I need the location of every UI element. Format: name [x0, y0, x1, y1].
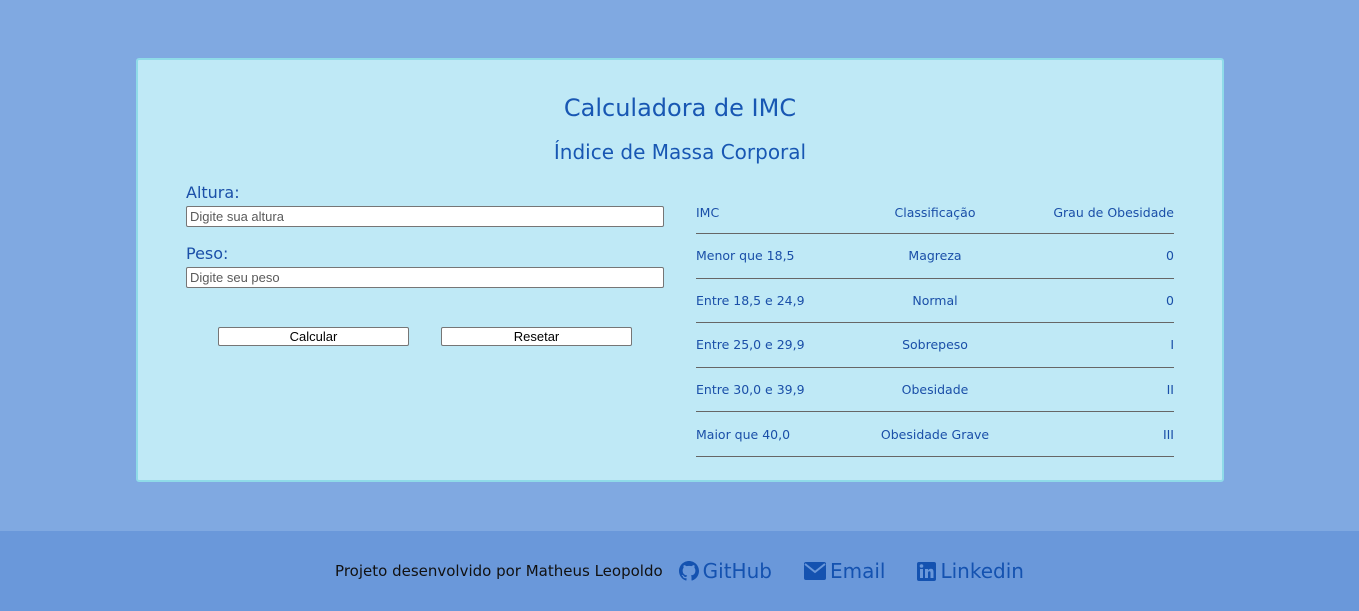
table-cell-classification: Normal — [912, 292, 958, 308]
table-cell-imc: Entre 30,0 e 39,9 — [696, 382, 805, 398]
table-header-row: IMC Classificação Grau de Obesidade — [696, 192, 1174, 234]
height-input[interactable] — [186, 206, 664, 227]
footer: Projeto desenvolvido por Matheus Leopold… — [0, 531, 1359, 611]
linkedin-link-label: Linkedin — [940, 559, 1024, 583]
table-row: Menor que 18,5 Magreza 0 — [696, 234, 1174, 279]
table-cell-classification: Obesidade Grave — [880, 426, 990, 442]
table-row: Entre 25,0 e 29,9 Sobrepeso I — [696, 323, 1174, 368]
email-link[interactable]: Email — [803, 559, 886, 583]
table-header-classification: Classificação — [894, 205, 976, 220]
table-cell-classification: Magreza — [908, 248, 962, 264]
height-label: Altura: — [186, 183, 240, 202]
reset-button[interactable]: Resetar — [441, 327, 632, 346]
table-cell-imc: Menor que 18,5 — [696, 248, 795, 264]
github-link[interactable]: GitHub — [678, 559, 772, 583]
table-cell-classification: Sobrepeso — [902, 337, 968, 353]
email-link-label: Email — [829, 559, 886, 583]
github-link-label: GitHub — [702, 559, 772, 583]
weight-label: Peso: — [186, 244, 229, 263]
table-cell-classification: Obesidade — [901, 382, 969, 398]
table-cell-imc: Entre 18,5 e 24,9 — [696, 292, 805, 308]
linkedin-icon — [917, 561, 937, 581]
table-cell-grade: III — [1162, 426, 1174, 442]
table-cell-imc: Maior que 40,0 — [696, 426, 791, 442]
page-title: Calculadora de IMC — [563, 94, 797, 122]
table-header-imc: IMC — [696, 205, 720, 220]
github-icon — [678, 561, 699, 581]
table-cell-imc: Entre 25,0 e 29,9 — [696, 337, 805, 353]
table-header-obesity-grade: Grau de Obesidade — [1053, 205, 1174, 220]
table-cell-grade: 0 — [1166, 292, 1174, 308]
imc-calculator-card: Calculadora de IMC Índice de Massa Corpo… — [136, 58, 1224, 482]
footer-credit: Projeto desenvolvido por Matheus Leopold… — [335, 562, 663, 580]
weight-input[interactable] — [186, 267, 664, 288]
page-subtitle: Índice de Massa Corporal — [553, 140, 807, 164]
linkedin-link[interactable]: Linkedin — [917, 559, 1024, 583]
table-row: Entre 30,0 e 39,9 Obesidade II — [696, 368, 1174, 413]
imc-classification-table: IMC Classificação Grau de Obesidade Meno… — [696, 192, 1174, 457]
table-cell-grade: II — [1166, 382, 1174, 398]
table-row: Maior que 40,0 Obesidade Grave III — [696, 412, 1174, 457]
table-row: Entre 18,5 e 24,9 Normal 0 — [696, 279, 1174, 324]
table-cell-grade: I — [1170, 337, 1174, 353]
calculate-button[interactable]: Calcular — [218, 327, 409, 346]
envelope-icon — [803, 562, 826, 580]
table-cell-grade: 0 — [1166, 248, 1174, 264]
